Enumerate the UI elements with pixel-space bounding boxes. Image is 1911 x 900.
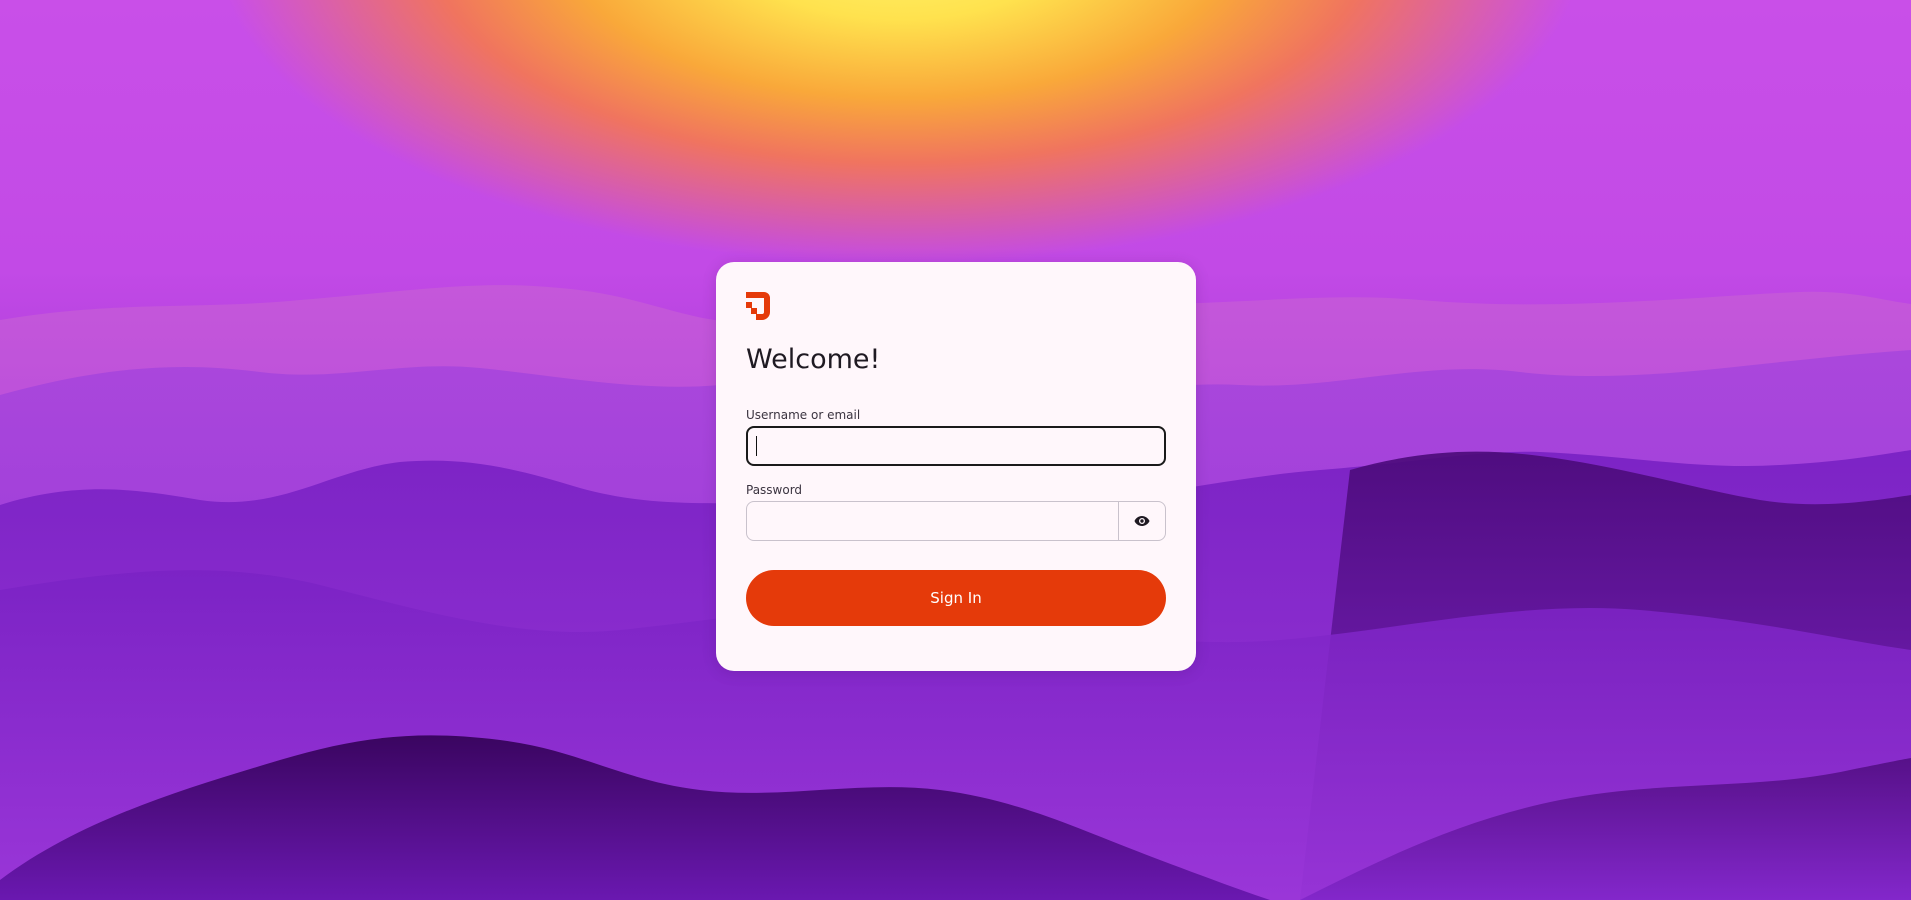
eye-icon [1134,516,1150,526]
password-label: Password [746,483,803,497]
page-title: Welcome! [746,344,881,375]
login-page-background: Welcome! Username or email Password Sign… [0,0,1911,900]
username-input[interactable] [746,426,1166,466]
text-cursor [756,436,757,456]
show-password-button[interactable] [1118,501,1166,541]
username-label: Username or email [746,408,861,422]
password-input[interactable] [746,501,1119,541]
login-card: Welcome! Username or email Password Sign… [716,262,1196,671]
brand-logo-icon [746,292,770,320]
sign-in-button[interactable]: Sign In [746,570,1166,626]
